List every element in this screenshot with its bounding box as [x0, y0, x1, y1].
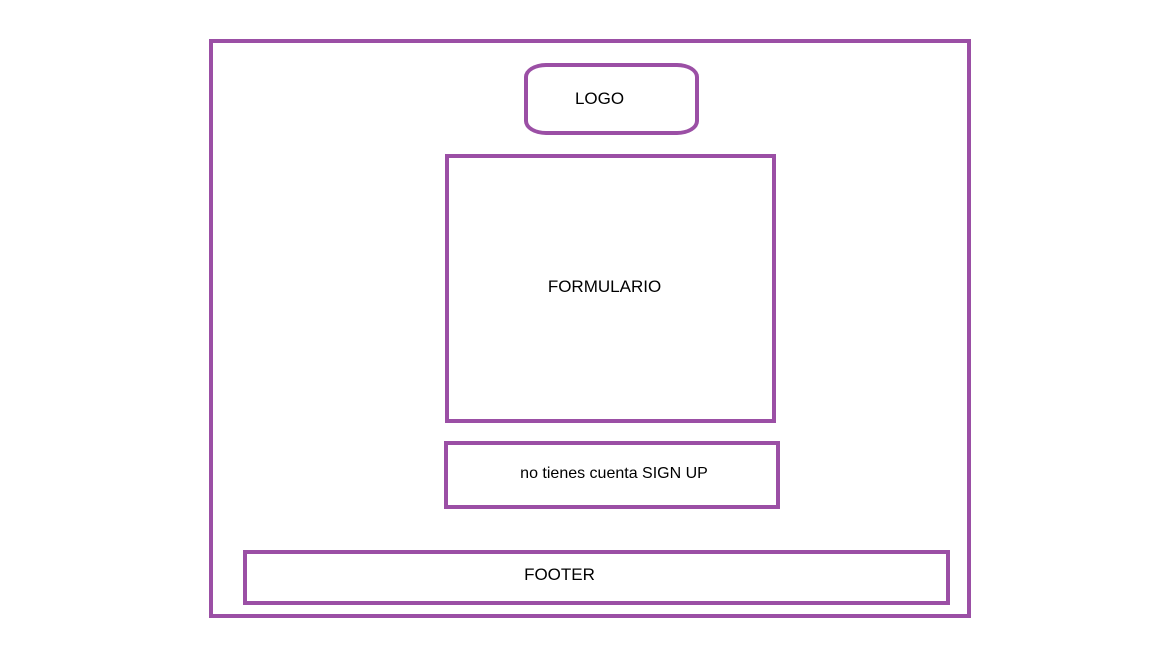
footer-placeholder: FOOTER — [243, 550, 950, 605]
wireframe-canvas: LOGO FORMULARIO no tienes cuenta SIGN UP… — [0, 0, 1152, 648]
signup-label: no tienes cuenta SIGN UP — [520, 465, 708, 482]
logo-placeholder: LOGO — [524, 63, 699, 135]
signup-link-box[interactable]: no tienes cuenta SIGN UP — [444, 441, 780, 509]
logo-label: LOGO — [574, 89, 625, 108]
footer-label: FOOTER — [524, 564, 595, 584]
form-placeholder[interactable]: FORMULARIO — [445, 154, 776, 423]
form-label: FORMULARIO — [547, 276, 662, 296]
